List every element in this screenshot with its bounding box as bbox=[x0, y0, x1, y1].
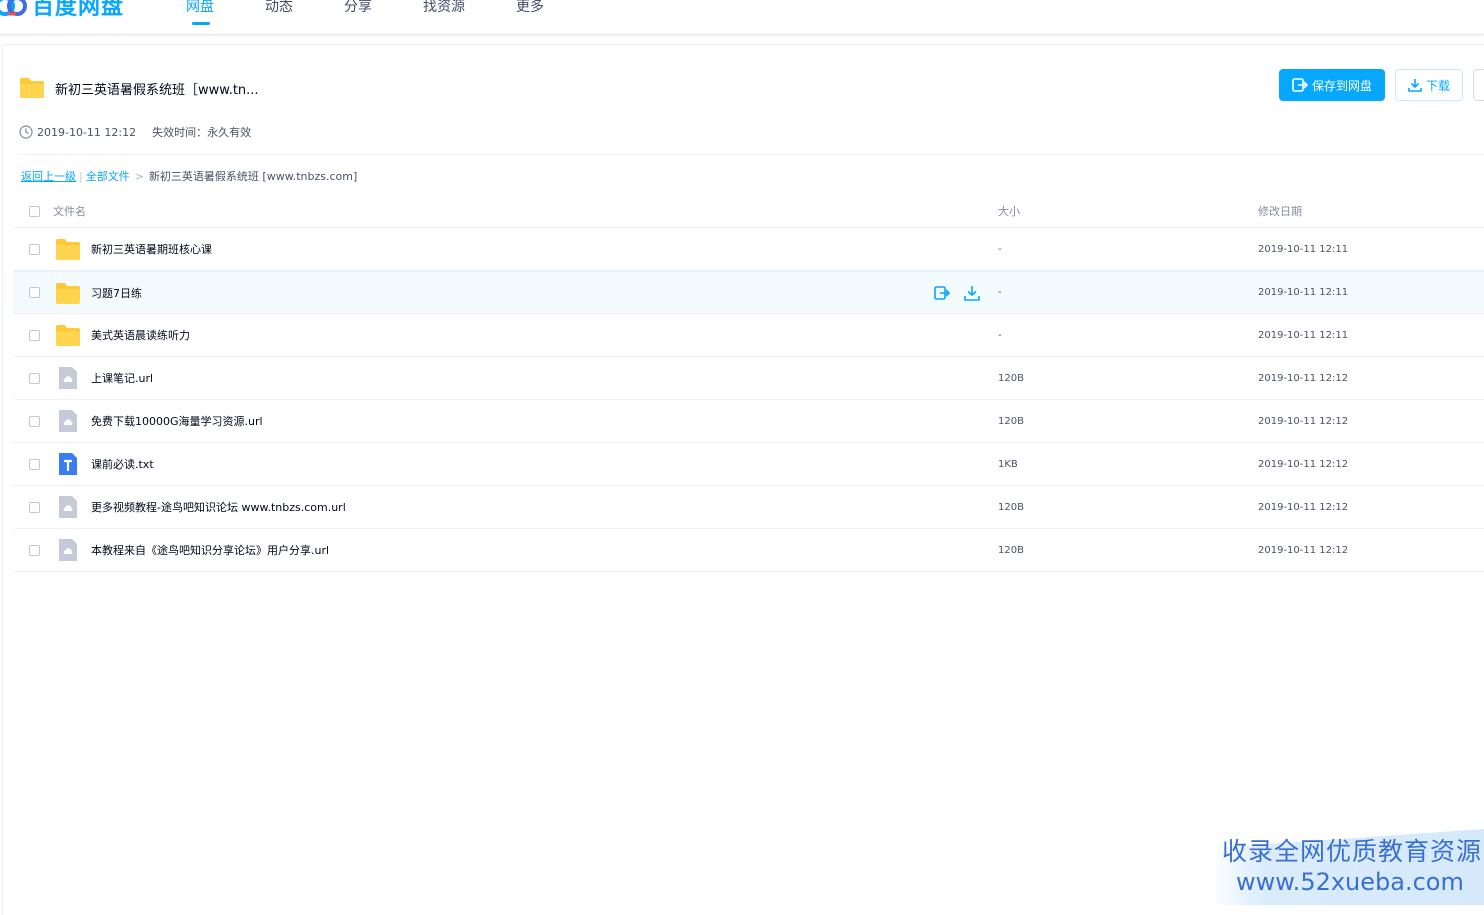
row-checkbox[interactable] bbox=[29, 372, 40, 384]
save-to-netdisk-label: 保存到网盘 bbox=[1311, 78, 1372, 93]
file-date: 2019-10-11 12:11 bbox=[1258, 243, 1349, 255]
breadcrumb-all-files-link[interactable]: 全部文件 bbox=[86, 168, 130, 184]
file-row[interactable]: 美式英语晨读练听力 - 2019-10-11 12:11 bbox=[13, 314, 1484, 357]
share-created-time: 2019-10-11 12:12 bbox=[37, 125, 137, 139]
file-row[interactable]: 习题7日练 - 2019-10-11 12:11 bbox=[13, 271, 1484, 314]
breadcrumb-back-link[interactable]: 返回上一级 bbox=[21, 168, 76, 184]
save-to-netdisk-button[interactable]: 保存到网盘 bbox=[1279, 69, 1385, 101]
file-size: 120B bbox=[998, 544, 1024, 556]
download-row-icon[interactable] bbox=[963, 284, 981, 302]
file-name[interactable]: 习题7日练 bbox=[91, 285, 142, 301]
file-name[interactable]: 上课笔记.url bbox=[91, 370, 153, 386]
nav-item-netdisk[interactable]: 网盘 bbox=[186, 0, 214, 25]
file-size: 1KB bbox=[998, 458, 1018, 470]
top-navigation-bar: 百度网盘 网盘 动态 分享 找资源 更多 bbox=[0, 0, 1484, 35]
nav-item-more[interactable]: 更多 bbox=[516, 0, 544, 16]
file-date: 2019-10-11 12:11 bbox=[1258, 287, 1349, 298]
file-date: 2019-10-11 12:12 bbox=[1258, 372, 1349, 384]
file-date: 2019-10-11 12:12 bbox=[1258, 501, 1349, 513]
nav-item-share[interactable]: 分享 bbox=[344, 0, 372, 16]
folder-icon bbox=[20, 78, 44, 98]
row-checkbox[interactable] bbox=[29, 458, 40, 470]
more-actions-button[interactable] bbox=[1473, 69, 1484, 101]
file-name[interactable]: 本教程来自《途鸟吧知识分享论坛》用户分享.url bbox=[91, 542, 329, 558]
link-file-icon bbox=[55, 538, 81, 562]
save-row-icon[interactable] bbox=[933, 284, 951, 302]
download-label: 下载 bbox=[1425, 78, 1450, 93]
file-size: - bbox=[998, 243, 1002, 255]
download-icon bbox=[1408, 79, 1422, 92]
column-header-size[interactable]: 大小 bbox=[998, 203, 1020, 219]
file-date: 2019-10-11 12:12 bbox=[1258, 415, 1349, 427]
breadcrumb-separator: > bbox=[134, 169, 144, 183]
folder-icon bbox=[55, 237, 81, 261]
breadcrumb-divider: | bbox=[79, 169, 83, 183]
nav-item-feed[interactable]: 动态 bbox=[265, 0, 293, 16]
nav-item-find-resources[interactable]: 找资源 bbox=[423, 0, 465, 16]
file-rows: 新初三英语暑期班核心课 - 2019-10-11 12:11 习题7日练 - 2019-1… bbox=[13, 228, 1484, 572]
row-checkbox[interactable] bbox=[29, 415, 40, 427]
file-name[interactable]: 新初三英语暑期班核心课 bbox=[91, 241, 212, 257]
file-row[interactable]: 更多视频教程-途鸟吧知识论坛 www.tnbzs.com.url 120B 2019… bbox=[13, 486, 1484, 529]
text-file-icon bbox=[55, 452, 81, 476]
expire-label: 失效时间： bbox=[152, 126, 208, 139]
baidu-netdisk-logo-icon bbox=[0, 0, 27, 16]
clock-icon bbox=[19, 125, 33, 139]
select-all-checkbox[interactable] bbox=[29, 205, 40, 217]
file-size: - bbox=[998, 329, 1002, 341]
file-name[interactable]: 免费下载10000G海量学习资源.url bbox=[91, 413, 263, 429]
download-button[interactable]: 下载 bbox=[1395, 69, 1463, 101]
file-row[interactable]: 上课笔记.url 120B 2019-10-11 12:12 bbox=[13, 357, 1484, 400]
link-file-icon bbox=[55, 366, 81, 390]
share-content-panel: 新初三英语暑假系统班［www.tn... 保存到网盘 下载 2019-10-11… bbox=[2, 44, 1484, 915]
share-header: 新初三英语暑假系统班［www.tn... bbox=[19, 77, 259, 99]
share-title: 新初三英语暑假系统班［www.tn... bbox=[55, 82, 259, 98]
column-header-date[interactable]: 修改日期 bbox=[1258, 203, 1302, 219]
file-row[interactable]: 免费下载10000G海量学习资源.url 120B 2019-10-11 12:12 bbox=[13, 400, 1484, 443]
file-row[interactable]: 课前必读.txt 1KB 2019-10-11 12:12 bbox=[13, 443, 1484, 486]
row-checkbox[interactable] bbox=[29, 501, 40, 513]
row-checkbox[interactable] bbox=[29, 544, 40, 556]
file-name[interactable]: 课前必读.txt bbox=[91, 456, 154, 472]
row-checkbox[interactable] bbox=[29, 287, 40, 298]
row-actions bbox=[933, 284, 981, 302]
file-date: 2019-10-11 12:11 bbox=[1258, 329, 1349, 341]
watermark-slogan: 收录全网优质教育资源 bbox=[1222, 837, 1483, 866]
file-date: 2019-10-11 12:12 bbox=[1258, 544, 1349, 556]
watermark-url: www.52xueba.com bbox=[1236, 868, 1464, 896]
save-icon bbox=[1292, 78, 1308, 92]
row-checkbox[interactable] bbox=[29, 243, 40, 255]
main-nav: 网盘 动态 分享 找资源 更多 bbox=[186, 0, 595, 25]
breadcrumb-current: 新初三英语暑假系统班 [www.tnbzs.com] bbox=[148, 170, 358, 183]
folder-icon bbox=[55, 281, 81, 305]
file-size: 120B bbox=[998, 501, 1024, 513]
file-date: 2019-10-11 12:12 bbox=[1258, 458, 1349, 470]
file-table: 文件名 大小 修改日期 新初三英语暑期班核心课 - 2019-10-11 12:11… bbox=[13, 195, 1484, 572]
expire-value: 永久有效 bbox=[207, 126, 252, 139]
file-size: - bbox=[998, 287, 1002, 298]
link-file-icon bbox=[55, 409, 81, 433]
column-header-name[interactable]: 文件名 bbox=[53, 203, 86, 219]
file-size: 120B bbox=[998, 372, 1024, 384]
file-row[interactable]: 本教程来自《途鸟吧知识分享论坛》用户分享.url 120B 2019-10-11 1… bbox=[13, 529, 1484, 572]
breadcrumb: 返回上一级 | 全部文件 > 新初三英语暑假系统班 [www.tnbzs.com… bbox=[21, 168, 357, 184]
file-table-header: 文件名 大小 修改日期 bbox=[13, 195, 1484, 228]
share-meta: 2019-10-11 12:12 失效时间： 永久有效 bbox=[19, 124, 251, 140]
file-name[interactable]: 美式英语晨读练听力 bbox=[91, 327, 190, 343]
file-row[interactable]: 新初三英语暑期班核心课 - 2019-10-11 12:11 bbox=[13, 228, 1484, 271]
link-file-icon bbox=[55, 495, 81, 519]
baidu-netdisk-logo[interactable]: 百度网盘 bbox=[0, 0, 124, 20]
header-divider bbox=[19, 154, 1484, 155]
row-checkbox[interactable] bbox=[29, 329, 40, 341]
file-name[interactable]: 更多视频教程-途鸟吧知识论坛 www.tnbzs.com.url bbox=[91, 499, 346, 515]
file-size: 120B bbox=[998, 415, 1024, 427]
logo-text: 百度网盘 bbox=[32, 0, 125, 20]
folder-icon bbox=[55, 323, 81, 347]
